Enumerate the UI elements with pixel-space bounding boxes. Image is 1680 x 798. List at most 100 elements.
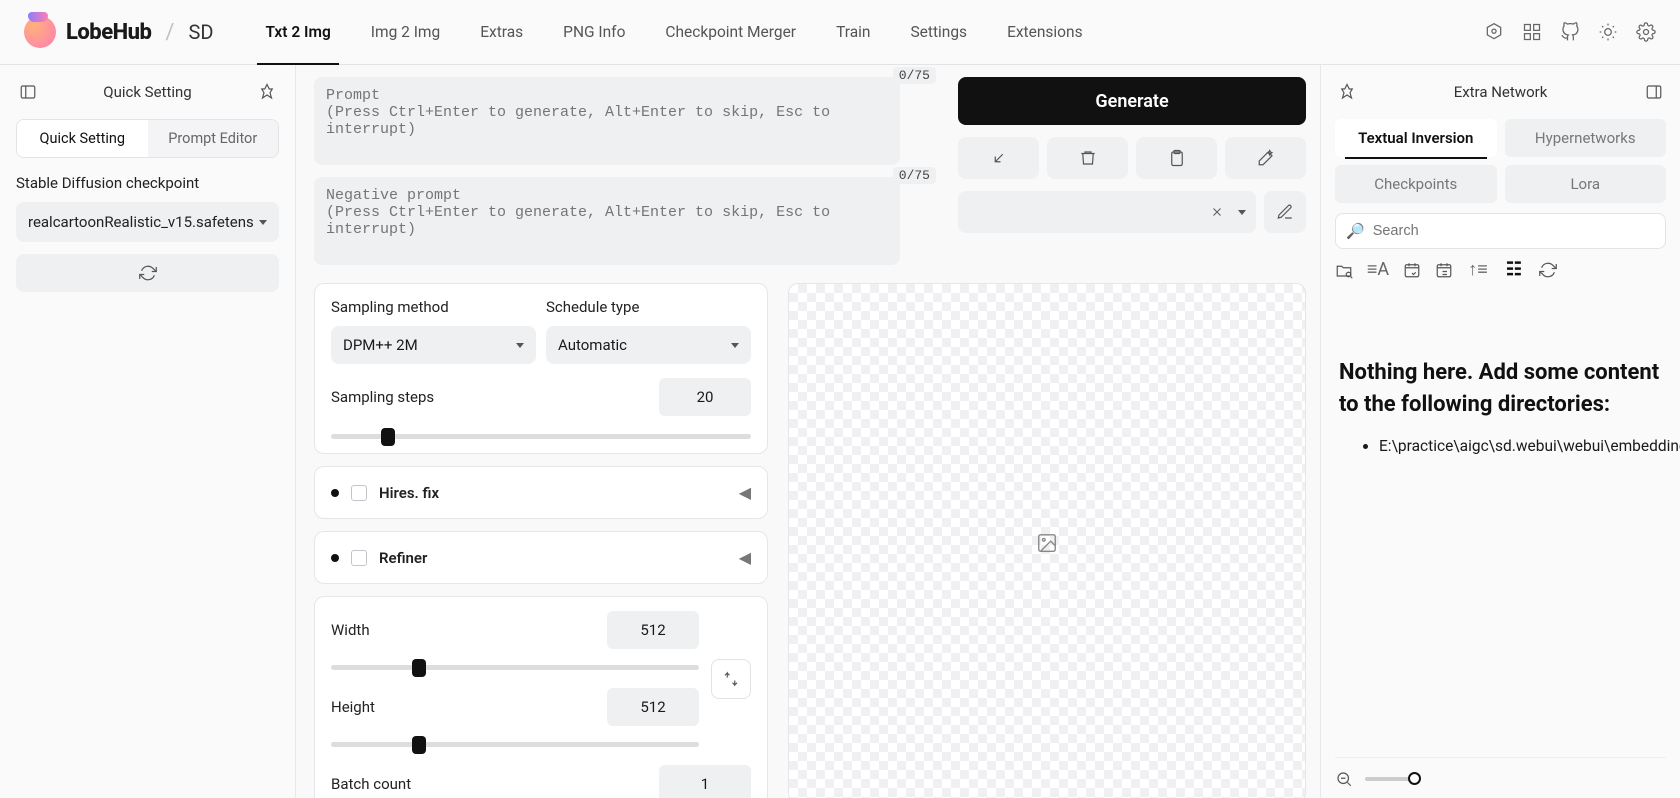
- refiner-collapse[interactable]: Refiner ◀: [314, 531, 768, 584]
- wand-button[interactable]: [1225, 137, 1306, 179]
- sampling-steps-label: Sampling steps: [331, 388, 434, 406]
- batch-count-label: Batch count: [331, 775, 411, 793]
- calendar-created-icon[interactable]: [1403, 261, 1421, 279]
- refiner-checkbox[interactable]: [351, 550, 367, 566]
- sidebar-left: Quick Setting Quick Setting Prompt Edito…: [0, 65, 296, 798]
- sampling-steps-slider[interactable]: [331, 434, 751, 439]
- height-label: Height: [331, 698, 375, 716]
- sort-name-icon[interactable]: ≡A: [1367, 259, 1389, 281]
- checkpoint-dropdown[interactable]: realcartoonRealistic_v15.safetensors: [16, 202, 279, 242]
- tab-checkpoint-merger[interactable]: Checkpoint Merger: [645, 0, 816, 65]
- chevron-down-icon: [259, 220, 267, 225]
- folder-search-icon[interactable]: [1335, 261, 1353, 279]
- image-placeholder-icon: [1036, 532, 1058, 554]
- tab-extensions[interactable]: Extensions: [987, 0, 1103, 65]
- swap-dimensions-button[interactable]: [711, 659, 751, 699]
- tab-extras[interactable]: Extras: [460, 0, 543, 65]
- dot-icon: [331, 489, 339, 497]
- extra-tab-checkpoints[interactable]: Checkpoints: [1335, 165, 1497, 203]
- sort-direction-icon[interactable]: ↑≡: [1467, 259, 1489, 281]
- chevron-down-icon: [516, 343, 524, 348]
- brand-avatar-icon: [24, 16, 56, 48]
- extra-tab-hypernetworks[interactable]: Hypernetworks: [1505, 119, 1667, 157]
- seg-quick-setting[interactable]: Quick Setting: [17, 120, 148, 157]
- height-slider[interactable]: [331, 742, 699, 747]
- sidebar-right: Extra Network Textual Inversion Hypernet…: [1320, 65, 1680, 798]
- seg-prompt-editor[interactable]: Prompt Editor: [148, 120, 279, 157]
- tab-txt2img[interactable]: Txt 2 Img: [245, 0, 350, 65]
- tab-img2img[interactable]: Img 2 Img: [351, 0, 460, 65]
- sampling-method-dropdown[interactable]: DPM++ 2M: [331, 326, 536, 364]
- brand-suffix: SD: [188, 20, 213, 44]
- generate-button[interactable]: Generate: [958, 77, 1306, 125]
- main-area: Quick Setting Quick Setting Prompt Edito…: [0, 65, 1680, 798]
- left-panel-title: Quick Setting: [40, 83, 255, 101]
- prompt-input[interactable]: [314, 77, 900, 165]
- schedule-type-label: Schedule type: [546, 298, 751, 316]
- brand-name: LobeHub: [66, 20, 151, 45]
- chevron-down-icon: [1238, 210, 1246, 215]
- brand-group: LobeHub / SD: [24, 16, 213, 48]
- clipboard-button[interactable]: [1136, 137, 1217, 179]
- arrow-in-button[interactable]: [958, 137, 1039, 179]
- trash-button[interactable]: [1047, 137, 1128, 179]
- negative-prompt-input[interactable]: [314, 177, 900, 265]
- sun-icon[interactable]: [1598, 22, 1618, 42]
- output-preview: [788, 283, 1306, 798]
- chevron-left-icon: ◀: [739, 483, 751, 502]
- prompt-counter: 0/75: [893, 67, 936, 84]
- checkpoint-value: realcartoonRealistic_v15.safetensors: [28, 213, 253, 231]
- zoom-slider[interactable]: [1365, 777, 1415, 781]
- center-column: 0/75 0/75 Generate: [296, 65, 1320, 798]
- tab-settings[interactable]: Settings: [890, 0, 987, 65]
- refresh-checkpoint-button[interactable]: [16, 254, 279, 292]
- hexagon-icon[interactable]: [1484, 22, 1504, 42]
- edit-styles-button[interactable]: [1264, 191, 1306, 233]
- empty-directory-list: E:\practice\aigc\sd.webui\webui\embeddin…: [1335, 437, 1666, 455]
- refresh-icon[interactable]: [1539, 261, 1557, 279]
- empty-directory-item: E:\practice\aigc\sd.webui\webui\embeddin…: [1379, 437, 1666, 455]
- schedule-type-dropdown[interactable]: Automatic: [546, 326, 751, 364]
- width-slider[interactable]: [331, 665, 699, 670]
- height-value[interactable]: 512: [607, 688, 699, 726]
- sampling-method-label: Sampling method: [331, 298, 536, 316]
- tab-train[interactable]: Train: [816, 0, 890, 65]
- chevron-left-icon: ◀: [739, 548, 751, 567]
- gear-icon[interactable]: [1636, 22, 1656, 42]
- batch-count-value[interactable]: 1: [659, 765, 751, 798]
- width-value[interactable]: 512: [607, 611, 699, 649]
- github-icon[interactable]: [1560, 22, 1580, 42]
- dot-icon: [331, 554, 339, 562]
- sampling-steps-value[interactable]: 20: [659, 378, 751, 416]
- extra-tab-textual-inversion[interactable]: Textual Inversion: [1335, 119, 1497, 157]
- grid-icon[interactable]: [1522, 22, 1542, 42]
- pin-icon[interactable]: [255, 80, 279, 104]
- right-panel-title: Extra Network: [1359, 83, 1642, 101]
- top-icon-row: [1484, 22, 1656, 42]
- pin-icon[interactable]: [1335, 80, 1359, 104]
- empty-message: Nothing here. Add some content to the fo…: [1335, 357, 1666, 421]
- left-segmented: Quick Setting Prompt Editor: [16, 119, 279, 158]
- sampling-card: Sampling method DPM++ 2M Schedule type A…: [314, 283, 768, 454]
- extra-network-search-input[interactable]: [1373, 223, 1655, 239]
- width-label: Width: [331, 621, 370, 639]
- zoom-row: [1335, 757, 1666, 788]
- brand-separator: /: [165, 20, 174, 45]
- topbar: LobeHub / SD Txt 2 Img Img 2 Img Extras …: [0, 0, 1680, 65]
- search-icon: 🔎: [1346, 222, 1365, 240]
- hires-checkbox[interactable]: [351, 485, 367, 501]
- calendar-modified-icon[interactable]: [1435, 261, 1453, 279]
- checkpoint-label: Stable Diffusion checkpoint: [16, 174, 279, 192]
- extra-tab-lora[interactable]: Lora: [1505, 165, 1667, 203]
- view-tree-icon[interactable]: ☷: [1503, 259, 1525, 281]
- zoom-out-icon[interactable]: [1335, 770, 1353, 788]
- tab-pnginfo[interactable]: PNG Info: [543, 0, 645, 65]
- hires-fix-collapse[interactable]: Hires. fix ◀: [314, 466, 768, 519]
- chevron-down-icon: [731, 343, 739, 348]
- neg-prompt-counter: 0/75: [893, 167, 936, 184]
- extra-network-search[interactable]: 🔎: [1335, 213, 1666, 249]
- collapse-right-icon[interactable]: [1642, 80, 1666, 104]
- collapse-left-icon[interactable]: [16, 80, 40, 104]
- styles-dropdown[interactable]: [958, 191, 1256, 233]
- dimensions-card: Width 512 Height 512: [314, 596, 768, 798]
